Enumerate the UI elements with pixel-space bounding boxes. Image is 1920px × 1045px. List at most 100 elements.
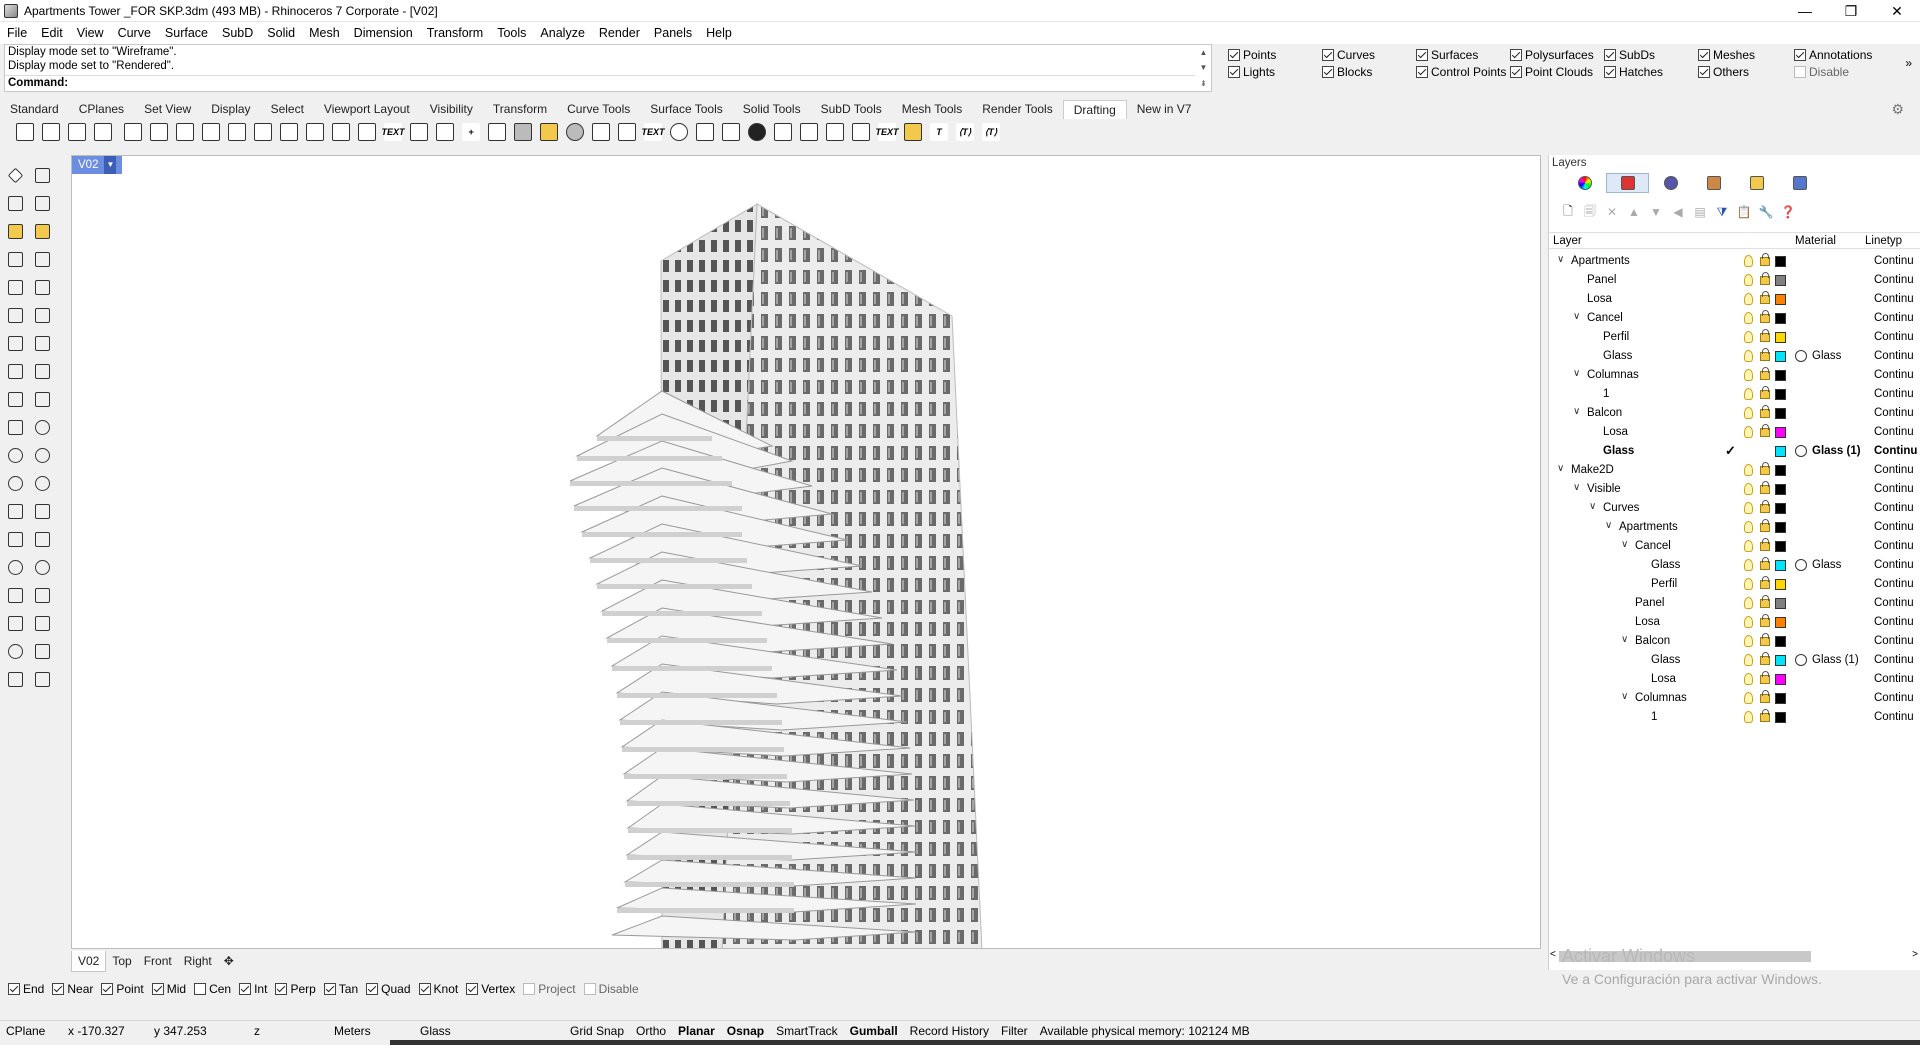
- layer-name[interactable]: Make2D: [1571, 464, 1614, 476]
- layer-row[interactable]: ∨ Balcon Continu: [1549, 404, 1920, 423]
- checkbox-icon[interactable]: [466, 983, 479, 995]
- page-copy-icon[interactable]: [64, 120, 90, 144]
- menu-render[interactable]: Render: [592, 22, 647, 44]
- layer-row[interactable]: ∨ Curves Continu: [1549, 499, 1920, 518]
- layer-linetype[interactable]: Continu: [1874, 445, 1917, 457]
- lightbulb-icon[interactable]: [1744, 407, 1753, 419]
- column-material[interactable]: Material: [1795, 235, 1836, 247]
- lightbulb-icon[interactable]: [1744, 293, 1753, 305]
- menu-help[interactable]: Help: [699, 22, 739, 44]
- status-grid-snap[interactable]: Grid Snap: [564, 1021, 630, 1041]
- osnap-end[interactable]: End: [8, 982, 44, 996]
- line-icon[interactable]: [30, 360, 54, 382]
- tools-icon[interactable]: 🔧: [1755, 203, 1777, 221]
- checkbox-icon[interactable]: [418, 983, 431, 995]
- layer-color-swatch[interactable]: [1775, 256, 1786, 267]
- layer-linetype[interactable]: Continu: [1874, 616, 1914, 628]
- chevron-down-icon[interactable]: ∨: [1621, 691, 1628, 702]
- select-arrow-icon[interactable]: [3, 164, 27, 186]
- maximize-button[interactable]: ❐: [1828, 0, 1874, 22]
- tab-curve-tools[interactable]: Curve Tools: [557, 100, 640, 118]
- detail-icon[interactable]: [120, 120, 146, 144]
- checkbox-icon[interactable]: [1698, 66, 1710, 78]
- delete-layer-icon[interactable]: ✕: [1601, 203, 1623, 221]
- layer-name[interactable]: Losa: [1635, 616, 1660, 628]
- filter-point-clouds[interactable]: Point Clouds: [1510, 65, 1593, 79]
- lightbulb-icon[interactable]: [1744, 597, 1753, 609]
- ordinate-dimension-icon[interactable]: [302, 120, 328, 144]
- unlock-icon[interactable]: [1760, 310, 1770, 323]
- status-planar[interactable]: Planar: [672, 1021, 721, 1041]
- circle-icon[interactable]: [3, 444, 27, 466]
- viewport-tab-front[interactable]: Front: [138, 951, 178, 971]
- layer-row[interactable]: Glass ✓ Glass (1) Continu: [1549, 442, 1920, 461]
- layer-name[interactable]: Columnas: [1635, 692, 1687, 704]
- lightbulb-icon[interactable]: [1744, 388, 1753, 400]
- layer-linetype[interactable]: Continu: [1874, 673, 1914, 685]
- tab-cplanes[interactable]: CPlanes: [69, 100, 134, 118]
- help-icon[interactable]: ❓: [1777, 203, 1799, 221]
- osnap-knot[interactable]: Knot: [418, 982, 458, 996]
- unlock-icon[interactable]: [1760, 557, 1770, 570]
- unlock-icon[interactable]: [1760, 633, 1770, 646]
- layer-color-swatch[interactable]: [1775, 408, 1786, 419]
- layer-linetype[interactable]: Continu: [1874, 692, 1914, 704]
- layer-color-swatch[interactable]: [1775, 332, 1786, 343]
- menu-file[interactable]: File: [0, 22, 34, 44]
- point-edit-icon[interactable]: [30, 164, 54, 186]
- environment-tab-icon[interactable]: [1778, 173, 1821, 193]
- lightbulb-icon[interactable]: [1744, 502, 1753, 514]
- checkbox-icon[interactable]: [1510, 49, 1522, 61]
- checkbox-icon[interactable]: [275, 983, 288, 995]
- checkbox-icon[interactable]: [8, 983, 20, 995]
- surface-icon[interactable]: [3, 612, 27, 634]
- unlock-icon[interactable]: [1760, 272, 1770, 285]
- checkbox-icon[interactable]: [366, 983, 379, 995]
- layer-row[interactable]: ∨ Columnas Continu: [1549, 689, 1920, 708]
- lightbulb-icon[interactable]: [1744, 673, 1753, 685]
- chevron-down-icon[interactable]: ∨: [1621, 539, 1628, 550]
- lightbulb-icon[interactable]: [1744, 369, 1753, 381]
- menu-surface[interactable]: Surface: [158, 22, 215, 44]
- checkbox-icon[interactable]: [323, 983, 336, 995]
- tab-render-tools[interactable]: Render Tools: [972, 100, 1063, 118]
- filter-blocks[interactable]: Blocks: [1322, 65, 1372, 79]
- layer-row[interactable]: Glass Glass (1) Continu: [1549, 651, 1920, 670]
- layer-linetype[interactable]: Continu: [1874, 654, 1914, 666]
- layer-linetype[interactable]: Continu: [1874, 711, 1914, 723]
- checkbox-icon[interactable]: [1322, 49, 1334, 61]
- layer-clipboard-icon[interactable]: 📋: [1733, 203, 1755, 221]
- new-sublayer-icon[interactable]: 🗐: [1579, 203, 1601, 221]
- layer-linetype[interactable]: Continu: [1874, 540, 1914, 552]
- layer-name[interactable]: Curves: [1603, 502, 1639, 514]
- layer-linetype[interactable]: Continu: [1874, 635, 1914, 647]
- chevron-down-icon[interactable]: ∨: [1557, 254, 1564, 265]
- chevron-down-icon[interactable]: ∨: [1573, 406, 1580, 417]
- text-size-icon[interactable]: T: [926, 120, 952, 144]
- layer-name[interactable]: Columnas: [1587, 369, 1639, 381]
- line-segments-icon[interactable]: [30, 248, 54, 270]
- annotation-style-icon[interactable]: [848, 120, 874, 144]
- move-out-icon[interactable]: ◀: [1667, 203, 1689, 221]
- new-layer-icon[interactable]: 🗋: [1557, 203, 1579, 221]
- freeform-icon[interactable]: [3, 304, 27, 326]
- layer-color-swatch[interactable]: [1775, 560, 1786, 571]
- checkbox-icon[interactable]: [1416, 66, 1428, 78]
- unlock-icon[interactable]: [1760, 500, 1770, 513]
- libraries-tab-icon[interactable]: [1735, 173, 1778, 193]
- move-down-icon[interactable]: ▼: [1645, 203, 1667, 221]
- command-scrollbar[interactable]: ▲ ▼ ⇟: [1196, 45, 1211, 91]
- checkbox-icon[interactable]: [1510, 66, 1522, 78]
- layer-row[interactable]: Losa Continu: [1549, 670, 1920, 689]
- layer-color-swatch[interactable]: [1775, 446, 1786, 457]
- checkbox-icon[interactable]: [1794, 66, 1806, 78]
- checkbox-icon[interactable]: [523, 983, 536, 995]
- chevron-down-icon[interactable]: ▼: [104, 156, 117, 174]
- chevron-down-icon[interactable]: ∨: [1573, 368, 1580, 379]
- layer-color-swatch[interactable]: [1775, 389, 1786, 400]
- lightbulb-icon[interactable]: [1744, 616, 1753, 628]
- hatch-icon[interactable]: [510, 120, 536, 144]
- unlock-icon[interactable]: [1760, 690, 1770, 703]
- status-cplane[interactable]: CPlane: [0, 1021, 62, 1041]
- filter-surfaces[interactable]: Surfaces: [1416, 48, 1478, 62]
